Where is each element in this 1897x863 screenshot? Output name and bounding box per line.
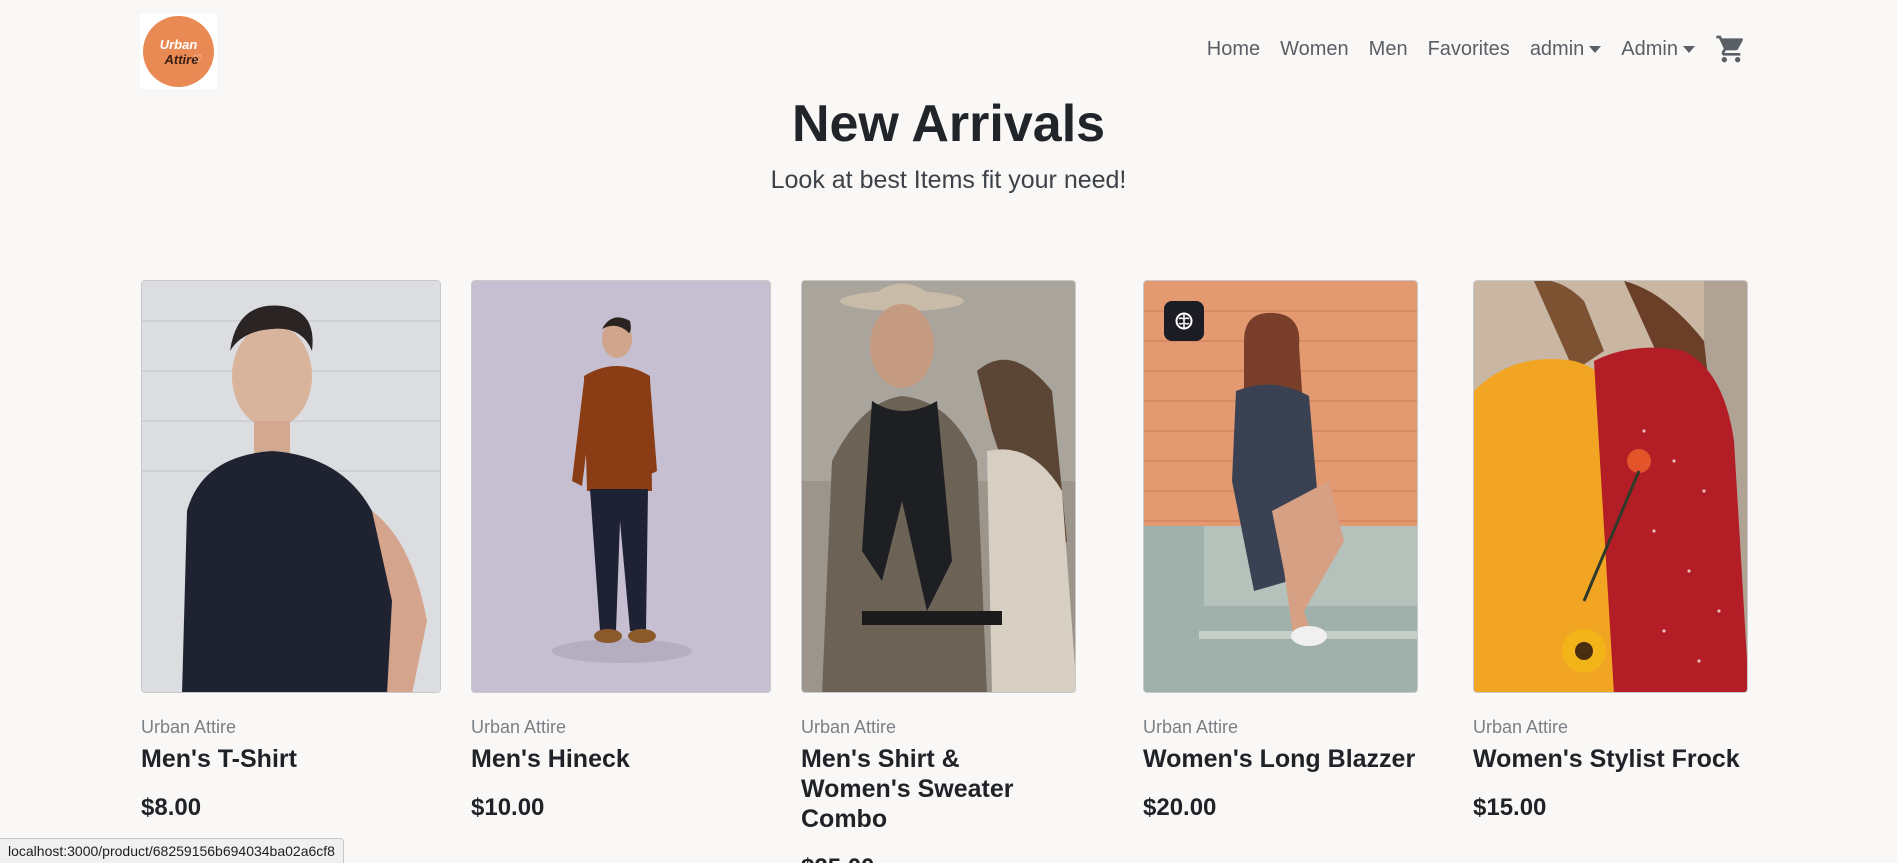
logo-circle: Urban Attire ♡ xyxy=(143,16,214,87)
product-brand: Urban Attire xyxy=(801,717,897,737)
product-card[interactable]: Urban Attire Men's T-Shirt $8.00 xyxy=(141,280,441,822)
product-image[interactable] xyxy=(1143,280,1418,693)
nav-men[interactable]: Men xyxy=(1369,38,1408,61)
admin-dropdown[interactable]: Admin xyxy=(1621,38,1695,61)
woman-long-blazer-photo xyxy=(1144,281,1417,692)
product-name[interactable]: Men's T-Shirt xyxy=(141,744,441,774)
nav-women[interactable]: Women xyxy=(1280,38,1349,61)
product-card[interactable]: Urban Attire Women's Long Blazzer $20.00 xyxy=(1143,280,1418,822)
man-brown-turtleneck-photo xyxy=(472,281,770,692)
product-name[interactable]: Women's Stylist Frock xyxy=(1473,744,1748,774)
brand-logo[interactable]: Urban Attire ♡ xyxy=(140,14,217,89)
product-price: $20.00 xyxy=(1143,794,1217,821)
product-brand: Urban Attire xyxy=(1473,717,1569,737)
link-status-bar: localhost:3000/product/68259156b694034ba… xyxy=(0,838,344,863)
women-floral-frock-photo xyxy=(1474,281,1747,692)
product-price: $25.00 xyxy=(801,854,1076,863)
product-name[interactable]: Women's Long Blazzer xyxy=(1143,744,1418,774)
product-name[interactable]: Men's Shirt & Women's Sweater Combo xyxy=(801,744,1076,834)
nav-favorites[interactable]: Favorites xyxy=(1428,38,1510,61)
product-price: $8.00 xyxy=(141,794,202,821)
page-title: New Arrivals xyxy=(791,95,1106,153)
nav-home[interactable]: Home xyxy=(1207,38,1260,61)
product-image[interactable] xyxy=(141,280,441,693)
man-navy-tshirt-photo xyxy=(142,281,440,692)
product-image[interactable] xyxy=(801,280,1076,693)
admin-dropdown-label: Admin xyxy=(1621,37,1678,60)
couple-shirt-sweater-photo xyxy=(802,281,1075,692)
product-image[interactable] xyxy=(471,280,771,693)
heart-icon: ♡ xyxy=(193,54,202,65)
product-name[interactable]: Men's Hineck xyxy=(471,744,771,774)
product-brand: Urban Attire xyxy=(141,717,237,737)
caret-down-icon xyxy=(1589,45,1602,53)
product-price: $10.00 xyxy=(471,794,545,821)
product-brand: Urban Attire xyxy=(1143,717,1239,737)
nav-menu: Home Women Men Favorites admin Admin xyxy=(1187,33,1747,65)
user-dropdown-label: admin xyxy=(1529,37,1585,60)
user-dropdown[interactable]: admin xyxy=(1529,37,1602,61)
product-image[interactable] xyxy=(1473,280,1748,693)
caret-down-icon xyxy=(1683,45,1695,53)
product-card[interactable]: Urban Attire Men's Hineck $10.00 xyxy=(471,280,771,822)
page-subtitle: Look at best Items fit your need! xyxy=(770,166,1127,194)
shopping-cart-icon[interactable] xyxy=(1715,33,1747,65)
logo-text-line1: Urban xyxy=(159,36,198,52)
product-price: $15.00 xyxy=(1473,794,1547,821)
ai-brain-icon[interactable] xyxy=(1164,301,1204,341)
product-card[interactable]: Urban Attire Men's Shirt & Women's Sweat… xyxy=(801,280,1076,863)
navbar: Urban Attire ♡ Home Women Men Favorites … xyxy=(0,0,1897,92)
product-brand: Urban Attire xyxy=(471,717,567,737)
product-card[interactable]: Urban Attire Women's Stylist Frock $15.0… xyxy=(1473,280,1748,822)
